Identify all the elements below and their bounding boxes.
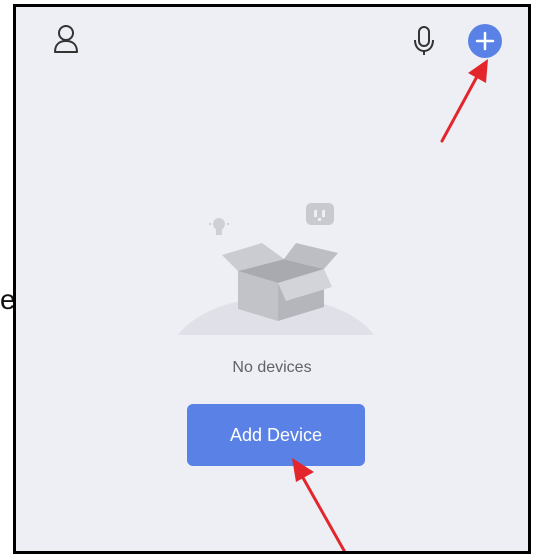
microphone-icon[interactable] xyxy=(413,25,435,57)
add-button[interactable] xyxy=(468,24,502,58)
edge-text-fragment: e xyxy=(0,284,14,315)
bulb-icon xyxy=(209,218,229,235)
app-screen: No devices Add Device xyxy=(13,4,531,554)
empty-state-message: No devices xyxy=(232,359,312,376)
person-icon[interactable] xyxy=(52,23,80,55)
plus-icon xyxy=(475,31,495,51)
annotation-arrow-top xyxy=(440,59,488,143)
socket-icon xyxy=(306,203,334,225)
annotation-arrow-bottom xyxy=(292,458,347,551)
empty-box-icon xyxy=(178,203,374,335)
